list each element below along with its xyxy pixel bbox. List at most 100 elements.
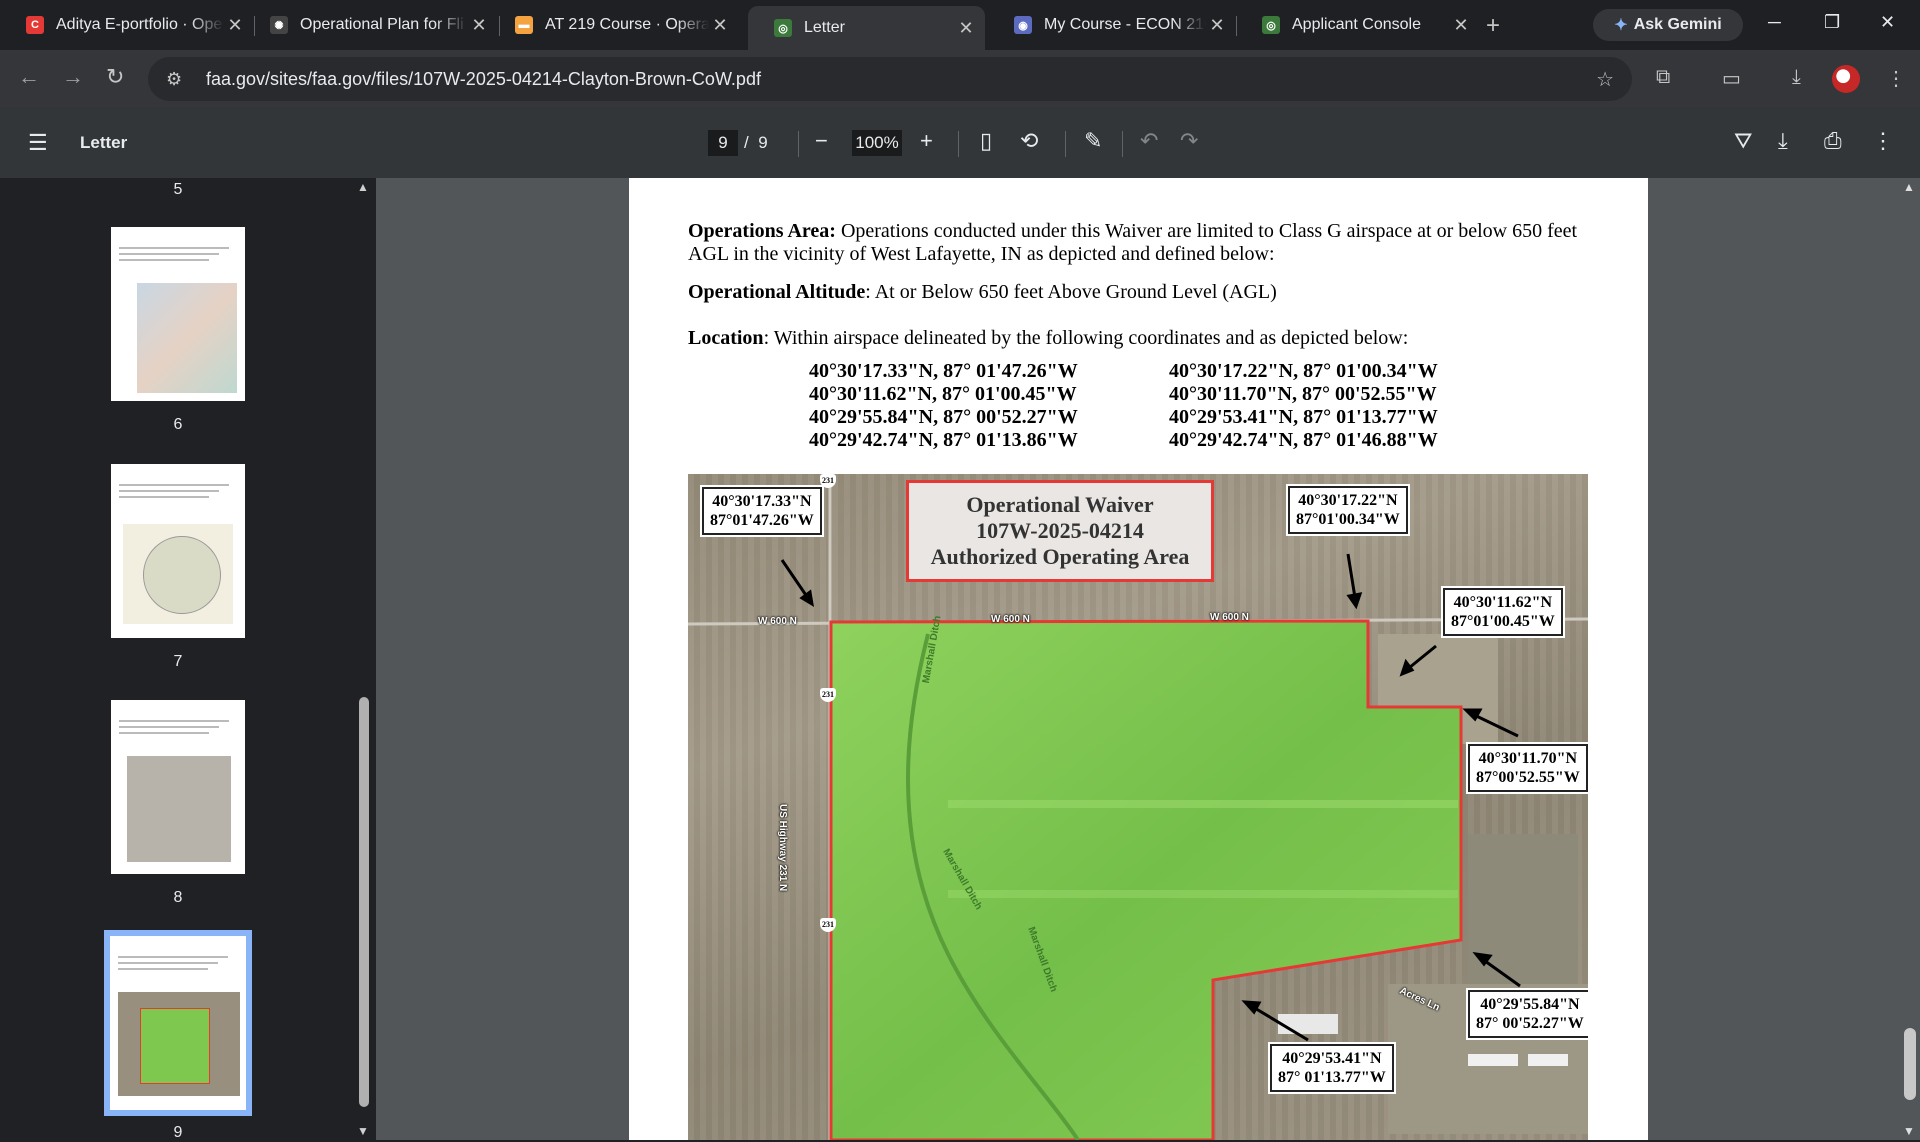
pdf-download-icon[interactable]: ⤓: [1778, 128, 1788, 154]
label-lon: 87° 01'13.77"W: [1278, 1069, 1386, 1086]
zoom-in-icon[interactable]: +: [920, 128, 933, 154]
coordinate: 40°29'42.74"N, 87° 01'13.86"W: [809, 429, 1078, 451]
toolbar-divider: [1065, 131, 1066, 157]
redo-icon[interactable]: ↷: [1180, 128, 1198, 154]
thumbnail-page-7[interactable]: [111, 464, 245, 638]
new-tab-plus-icon[interactable]: +: [1486, 12, 1500, 40]
viewer-scroll-up-icon[interactable]: ▲: [1903, 180, 1915, 194]
openai-icon: ✺: [270, 16, 288, 34]
viewer-scrollbar-track[interactable]: [1900, 178, 1920, 1140]
building-roof: [1278, 1014, 1338, 1034]
cast-search-icon[interactable]: ▭: [1722, 66, 1741, 91]
sidebar-scrollbar-thumb[interactable]: [359, 697, 369, 1107]
close-icon[interactable]: ✕: [709, 15, 731, 36]
forward-arrow-icon[interactable]: →: [62, 64, 84, 90]
coordinate: 40°29'53.41"N, 87° 01'13.77"W: [1169, 406, 1438, 428]
thumbnail-number-6: 6: [173, 416, 183, 433]
map-coordinate-label: 40°29'53.41"N 87° 01'13.77"W: [1270, 1044, 1394, 1092]
profile-avatar[interactable]: [1832, 65, 1860, 93]
tab-5[interactable]: ◎ Applicant Console ✕: [1236, 8, 1480, 42]
thumbnail-page-8[interactable]: [111, 700, 245, 874]
operational-altitude-label: Operational Altitude: [688, 281, 866, 303]
viewer-scroll-down-icon[interactable]: ▼: [1903, 1124, 1915, 1138]
sidebar-scroll-down-icon[interactable]: ▼: [357, 1124, 369, 1138]
close-icon[interactable]: ✕: [1206, 15, 1228, 36]
toolbar-divider: [1122, 131, 1123, 157]
reload-icon[interactable]: ↻: [106, 64, 124, 90]
label-lon: 87°01'00.45"W: [1451, 613, 1555, 630]
label-lon: 87° 00'52.27"W: [1476, 1015, 1584, 1032]
tab-0[interactable]: C Aditya E-portfolio · Ope ✕: [0, 8, 254, 42]
map-title-line: Authorized Operating Area: [930, 544, 1190, 569]
pdf-title: Letter: [80, 133, 128, 152]
sidebar-scroll-up-icon[interactable]: ▲: [357, 180, 369, 194]
close-icon[interactable]: ✕: [1450, 15, 1472, 36]
viewer-scrollbar-thumb[interactable]: [1904, 1028, 1916, 1100]
map-title-box: Operational Waiver 107W-2025-04214 Autho…: [906, 480, 1214, 582]
faa-icon: ◎: [774, 19, 792, 37]
thumbnail-page-6[interactable]: [111, 227, 245, 401]
map-coordinate-label: 40°29'55.84"N 87° 00'52.27"W: [1468, 990, 1588, 1038]
map-title-line: Operational Waiver: [966, 492, 1154, 517]
window-close-icon[interactable]: ✕: [1880, 12, 1895, 33]
zoom-level-input[interactable]: 100%: [852, 130, 902, 156]
road-label-w600n: W 600 N: [991, 614, 1030, 625]
page-number-input[interactable]: 9: [708, 130, 738, 156]
ask-gemini-button[interactable]: ✦ Ask Gemini: [1593, 9, 1743, 41]
tab-title: Operational Plan for Fli: [300, 16, 464, 33]
map-title-line: 107W-2025-04214: [976, 518, 1144, 543]
tab-title: My Course - ECON 210: [1044, 16, 1206, 33]
address-bar[interactable]: ⚙ faa.gov/sites/faa.gov/files/107W-2025-…: [148, 57, 1632, 101]
ask-gemini-label: Ask Gemini: [1633, 16, 1722, 33]
fit-page-icon[interactable]: ▯: [980, 128, 992, 154]
coordinates-list: 40°30'17.33"N, 87° 01'47.26"W 40°30'17.2…: [809, 360, 1469, 452]
gemini-sparkle-icon: ✦: [1614, 17, 1628, 34]
label-lon: 87°01'47.26"W: [710, 512, 814, 529]
site-settings-icon[interactable]: ⚙: [166, 69, 188, 90]
coordinate: 40°29'55.84"N, 87° 00'52.27"W: [809, 406, 1078, 428]
print-icon[interactable]: ⎙: [1824, 128, 1842, 154]
pdf-more-icon[interactable]: ⋮: [1872, 128, 1894, 154]
operations-area-paragraph: Operations Area: Operations conducted un…: [688, 220, 1588, 266]
extensions-puzzle-icon[interactable]: ⧉: [1656, 66, 1670, 89]
tab-title: AT 219 Course · Operati: [545, 16, 709, 33]
close-icon[interactable]: ✕: [468, 15, 490, 36]
label-lat: 40°30'17.33"N: [712, 493, 812, 510]
download-icon[interactable]: ⤓: [1792, 66, 1801, 89]
coordinate: 40°30'11.70"N, 87° 00'52.55"W: [1169, 383, 1437, 405]
kebab-menu-icon[interactable]: ⋮: [1886, 66, 1906, 91]
minimize-icon[interactable]: ─: [1768, 12, 1781, 33]
thumbnail-aerial-image: [118, 992, 240, 1096]
annotate-pen-icon[interactable]: ✎: [1084, 128, 1102, 154]
close-icon[interactable]: ✕: [955, 18, 977, 39]
save-to-drive-icon[interactable]: ⛛: [1734, 128, 1752, 154]
restore-icon[interactable]: ❐: [1824, 12, 1840, 33]
zoom-out-icon[interactable]: −: [815, 128, 828, 154]
thumbnail-aerial-image: [127, 756, 231, 862]
thumbnail-chart-image: [137, 283, 237, 393]
operations-area-label: Operations Area:: [688, 220, 836, 242]
tab-title: Aditya E-portfolio · Ope: [56, 16, 223, 33]
undo-icon[interactable]: ↶: [1140, 128, 1158, 154]
thumbnail-page-9-selected[interactable]: [104, 930, 252, 1116]
tab-1[interactable]: ✺ Operational Plan for Fli ✕: [244, 8, 498, 42]
url-text[interactable]: faa.gov/sites/faa.gov/files/107W-2025-04…: [206, 69, 761, 90]
label-lon: 87°01'00.34"W: [1296, 511, 1400, 528]
building-roof: [1468, 1054, 1518, 1066]
tab-4[interactable]: ◉ My Course - ECON 210 ✕: [988, 8, 1236, 42]
thumbnail-number-8: 8: [173, 889, 183, 906]
tab-2[interactable]: ▬ AT 219 Course · Operati ✕: [489, 8, 739, 42]
label-lon: 87°00'52.55"W: [1476, 769, 1580, 786]
rotate-icon[interactable]: ⟲: [1020, 128, 1038, 154]
close-icon[interactable]: ✕: [224, 15, 246, 36]
hamburger-menu-icon[interactable]: ☰: [28, 130, 48, 156]
thumbnail-map-image: [123, 524, 233, 624]
operating-area-map: Operational Waiver 107W-2025-04214 Autho…: [688, 474, 1588, 1140]
building-roof: [1528, 1054, 1568, 1066]
bookmark-star-icon[interactable]: ☆: [1596, 67, 1614, 92]
brightspace-icon: ◉: [1014, 16, 1032, 34]
coordinate: 40°30'11.62"N, 87° 01'00.45"W: [809, 383, 1077, 405]
tab-3-active[interactable]: ◎ Letter ✕: [748, 6, 985, 50]
map-coordinate-label: 40°30'17.33"N 87°01'47.26"W: [702, 487, 822, 535]
back-arrow-icon[interactable]: ←: [18, 64, 40, 90]
